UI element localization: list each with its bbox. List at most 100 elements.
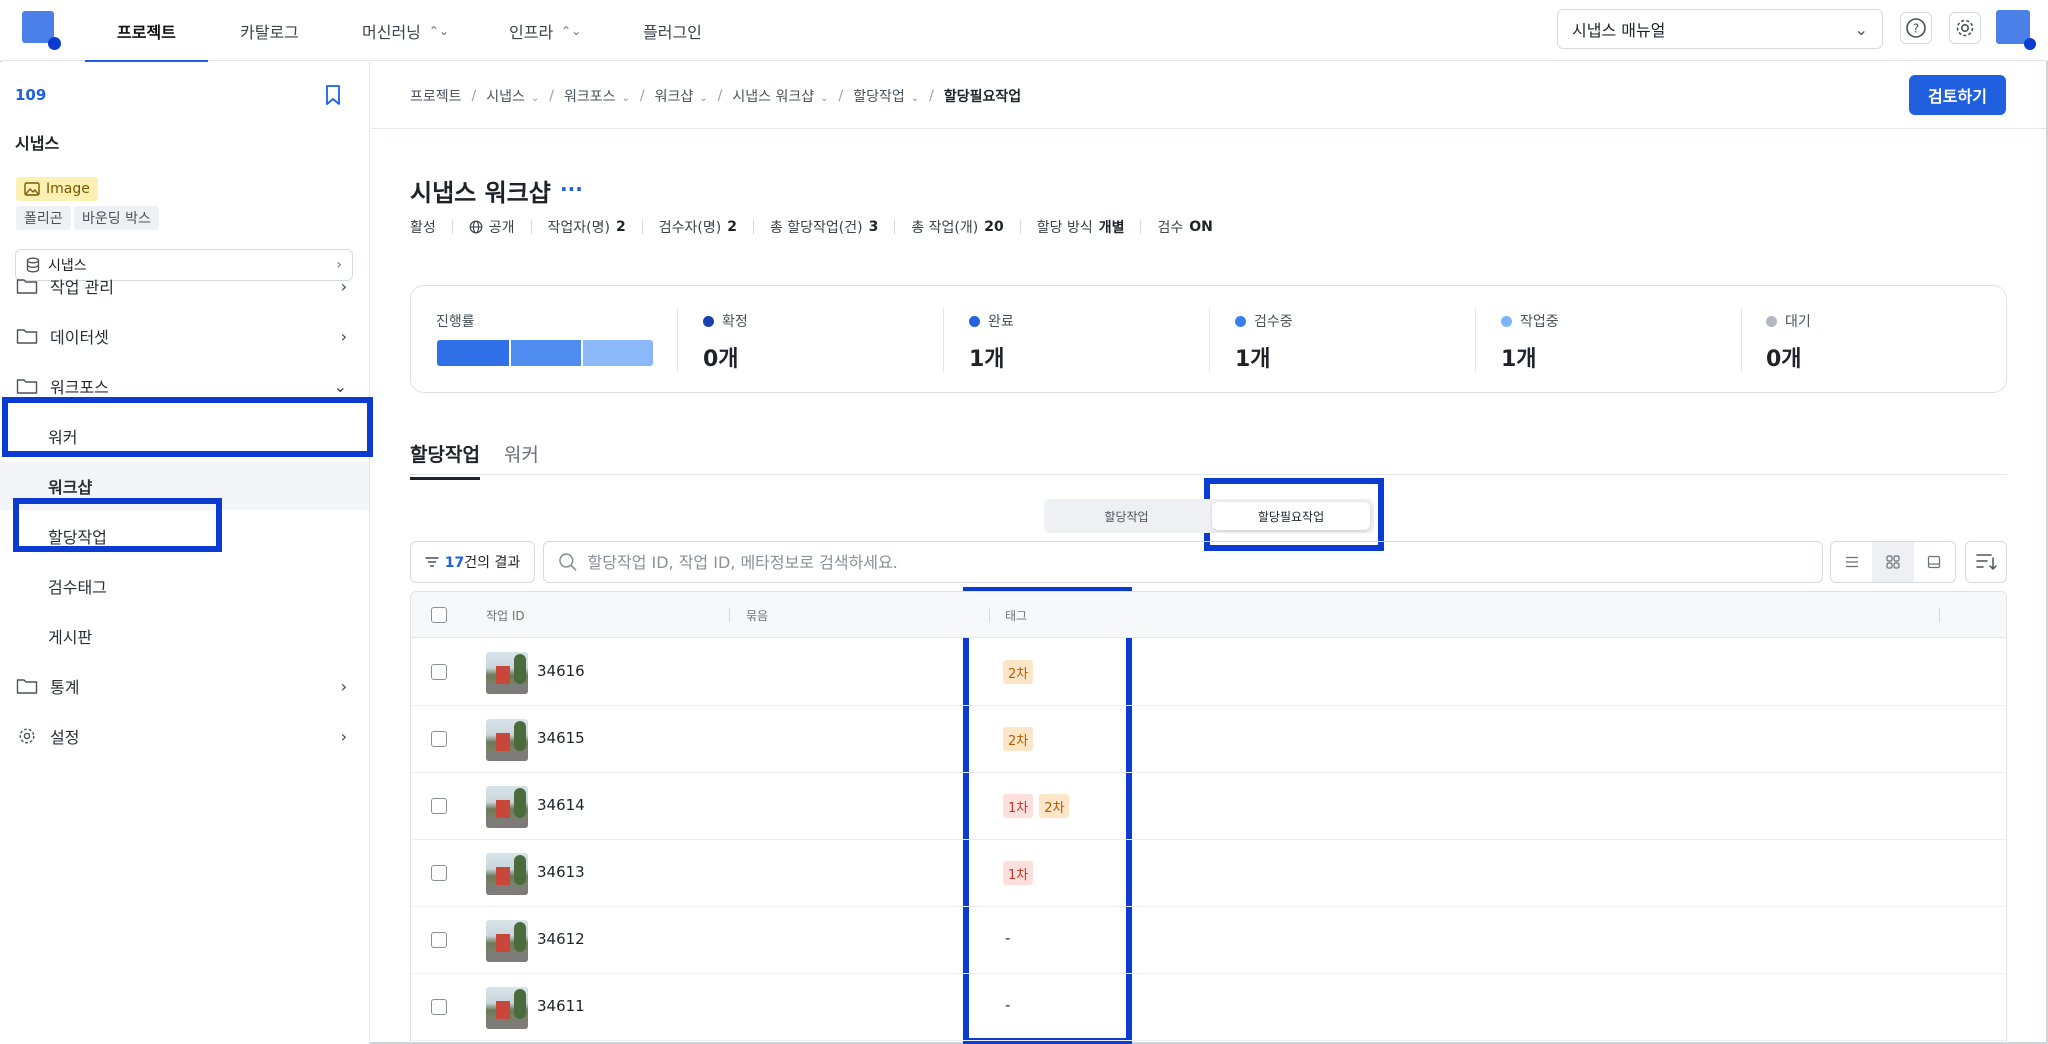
grid-view-button[interactable] <box>1872 542 1914 582</box>
breadcrumb-item[interactable]: 시냅스 워크샵 ⌄ <box>732 86 828 106</box>
bookmark-icon[interactable] <box>323 84 343 106</box>
table-row[interactable]: 34614 1차 2차 <box>411 773 2006 840</box>
breadcrumb-item[interactable]: 할당작업 ⌄ <box>853 86 919 106</box>
sidebar-item-settings[interactable]: 설정 › <box>0 712 369 760</box>
list-view-button[interactable] <box>1831 542 1872 582</box>
meta-divider <box>752 220 754 234</box>
project-name: 시냅스 <box>15 134 60 153</box>
row-checkbox[interactable] <box>431 664 447 680</box>
sidebar-item-workforce[interactable]: 워크포스 ⌄ <box>0 362 369 410</box>
thumbnail-detail <box>486 1019 528 1029</box>
task-thumbnail <box>486 719 528 761</box>
stat-label: 작업중 <box>1520 314 1559 330</box>
stat-label: 완료 <box>988 314 1014 330</box>
chevron-down-icon: ⌄ <box>530 93 540 104</box>
row-checkbox[interactable] <box>431 932 447 948</box>
nav-tab-projects[interactable]: 프로젝트 <box>85 0 208 62</box>
review-status: 검수 ON <box>1157 217 1212 237</box>
meta-value: 3 <box>868 219 879 235</box>
image-badge-label: Image <box>46 181 90 197</box>
manual-select[interactable]: 시냅스 매뉴얼 ⌄ <box>1557 9 1883 49</box>
sidebar-item-statistics[interactable]: 통계 › <box>0 662 369 710</box>
meta-value: 2 <box>615 219 626 235</box>
column-header-bundle[interactable]: 묶음 <box>746 607 768 624</box>
thumbnail-detail <box>496 1001 510 1019</box>
top-navigation: 프로젝트 카탈로그 머신러닝 ⌃⌄ 인프라 ⌃⌄ 플러그인 시냅스 매뉴얼 ⌄ ? <box>0 0 2048 62</box>
row-checkbox[interactable] <box>431 865 447 881</box>
total-tasks: 총 작업(개) 20 <box>911 217 1003 237</box>
status-dot <box>1766 315 1777 327</box>
review-button[interactable]: 검토하기 <box>1909 75 2006 115</box>
table-row[interactable]: 34615 2차 <box>411 706 2006 773</box>
sidebar-subitem-label: 워커 <box>48 428 78 447</box>
breadcrumb-item[interactable]: 시냅스 ⌄ <box>486 86 539 106</box>
row-checkbox[interactable] <box>431 999 447 1015</box>
sidebar-subitem-review-tags[interactable]: 검수태그 <box>0 562 369 610</box>
breadcrumb-label: 워크포스 <box>564 89 616 105</box>
sidebar-subitem-label: 검수태그 <box>48 578 107 597</box>
table-row[interactable]: 34616 2차 <box>411 639 2006 706</box>
breadcrumb-item[interactable]: 프로젝트 <box>410 86 462 106</box>
nav-tab-label: 인프라 <box>509 22 554 42</box>
stat-value: 1개 <box>969 347 1005 372</box>
table-row[interactable]: 34613 1차 <box>411 840 2006 907</box>
status-dot <box>1235 315 1246 327</box>
preview-view-button[interactable] <box>1914 542 1955 582</box>
search-input[interactable] <box>587 552 1822 572</box>
thumbnail-detail <box>496 934 510 952</box>
sidebar-subitem-workers[interactable]: 워커 <box>0 412 369 460</box>
chip-polygon: 폴리곤 <box>16 206 71 230</box>
nav-tab-plugins[interactable]: 플러그인 <box>643 0 702 61</box>
column-header-task-id[interactable]: 작업 ID <box>486 607 525 624</box>
nav-tab-label: 머신러닝 <box>362 22 421 42</box>
sidebar-subitem-workshop[interactable]: 워크샵 <box>0 462 369 510</box>
filter-button[interactable]: 17건의 결과 <box>410 541 535 583</box>
tag-badge: 2차 <box>1003 727 1034 751</box>
sidebar-subitem-assignments[interactable]: 할당작업 <box>0 512 369 560</box>
sort-button[interactable] <box>1965 541 2007 583</box>
sidebar-item-label: 설정 <box>50 728 80 747</box>
table-row[interactable]: 34612 - <box>411 907 2006 974</box>
meta-divider <box>1019 220 1021 234</box>
more-options-icon[interactable]: ··· <box>560 177 583 201</box>
meta-label: 할당 방식 <box>1036 220 1093 236</box>
filter-icon <box>425 557 439 567</box>
sidebar-item-label: 워크포스 <box>50 378 109 397</box>
avatar-dot <box>2024 38 2036 50</box>
segment-needs-assignment[interactable]: 할당필요작업 <box>1212 502 1370 530</box>
chevron-right-icon: › <box>340 276 347 296</box>
breadcrumb-item[interactable]: 워크포스 ⌄ <box>564 86 630 106</box>
sidebar-item-task-management[interactable]: 작업 관리 › <box>0 262 369 310</box>
help-button[interactable]: ? <box>1900 12 1932 44</box>
sidebar-item-dataset[interactable]: 데이터셋 › <box>0 312 369 360</box>
breadcrumb-separator: / <box>717 88 723 104</box>
task-thumbnail <box>486 920 528 962</box>
settings-button[interactable] <box>1949 12 1981 44</box>
select-all-checkbox[interactable] <box>431 607 447 623</box>
table-row[interactable]: 34611 - <box>411 974 2006 1041</box>
nav-tab-infra[interactable]: 인프라 ⌃⌄ <box>509 0 581 61</box>
segment-assignments[interactable]: 할당작업 <box>1044 499 1209 533</box>
column-divider <box>729 608 730 622</box>
thumbnail-detail <box>496 733 510 751</box>
sidebar-subitem-label: 워크샵 <box>48 478 93 497</box>
breadcrumb-separator: / <box>929 88 934 104</box>
manual-select-value: 시냅스 매뉴얼 <box>1572 21 1666 40</box>
row-checkbox[interactable] <box>431 798 447 814</box>
row-checkbox[interactable] <box>431 731 447 747</box>
search-icon <box>559 553 577 571</box>
breadcrumb-current: 할당필요작업 <box>943 89 1022 105</box>
breadcrumb-separator: / <box>471 88 477 104</box>
updown-caret-icon: ⌃⌄ <box>428 23 449 38</box>
search-field[interactable] <box>543 541 1823 583</box>
meta-value: 개별 <box>1098 220 1125 236</box>
breadcrumb-item[interactable]: 워크샵 ⌄ <box>655 86 708 106</box>
column-header-tag[interactable]: 태그 <box>1005 607 1027 624</box>
nav-tab-catalog[interactable]: 카탈로그 <box>240 0 299 61</box>
thumbnail-detail <box>486 684 528 694</box>
app-logo[interactable] <box>22 11 61 50</box>
thumbnail-detail <box>514 855 526 885</box>
avatar[interactable] <box>1996 10 2036 50</box>
sidebar-subitem-board[interactable]: 게시판 <box>0 612 369 660</box>
nav-tab-ml[interactable]: 머신러닝 ⌃⌄ <box>362 0 449 61</box>
